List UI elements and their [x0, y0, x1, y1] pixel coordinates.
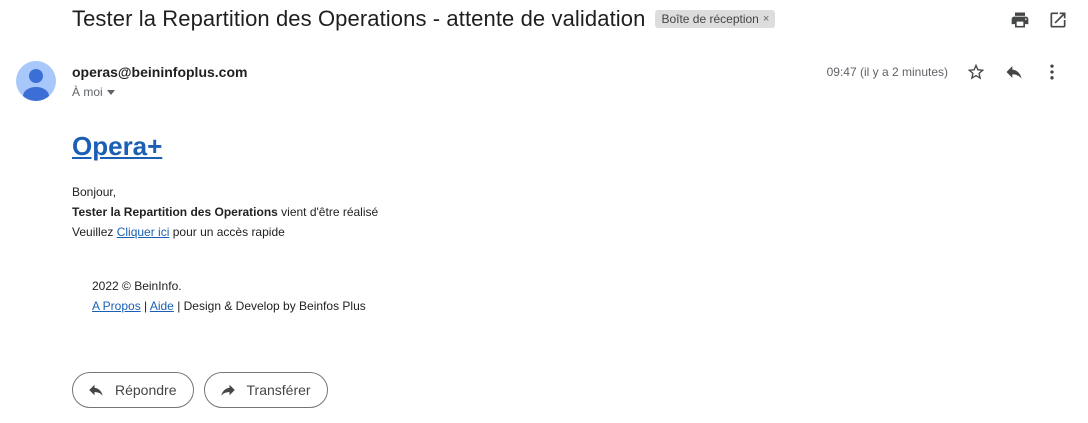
cta-suffix: pour un accès rapide — [169, 225, 285, 239]
recipient-label: À moi — [72, 85, 103, 99]
forward-arrow-icon — [220, 384, 235, 396]
email-body: Opera+ Bonjour, Tester la Repartition de… — [72, 128, 378, 242]
default-avatar-icon — [23, 69, 49, 101]
forward-button[interactable]: Transférer — [203, 372, 328, 408]
more-vert-icon[interactable] — [1042, 62, 1062, 82]
message-meta: 09:47 (il y a 2 minutes) — [827, 62, 1062, 82]
email-subject: Tester la Repartition des Operations - a… — [72, 6, 646, 31]
forward-button-label: Transférer — [246, 382, 311, 398]
quick-access-link[interactable]: Cliquer ici — [117, 225, 170, 239]
chevron-down-icon — [106, 89, 115, 95]
subject-row: Tester la Repartition des Operations - a… — [72, 6, 776, 32]
help-link[interactable]: Aide — [150, 299, 174, 313]
timestamp: 09:47 (il y a 2 minutes) — [826, 65, 948, 79]
brand-link[interactable]: Opera+ — [72, 128, 162, 164]
reply-actions: Répondre Transférer — [72, 372, 328, 408]
inbox-label-chip[interactable]: Boîte de réception × — [655, 10, 776, 28]
greeting-text: Bonjour, — [72, 185, 117, 199]
reply-arrow-icon — [89, 384, 103, 396]
cta-prefix: Veuillez — [72, 225, 117, 239]
star-icon[interactable] — [966, 62, 986, 82]
reply-icon[interactable] — [1004, 62, 1024, 82]
sender-email[interactable]: operas@beininfoplus.com — [72, 64, 247, 80]
email-footer: 2022 © BeinInfo. A Propos | Aide | Desig… — [92, 276, 366, 316]
top-toolbar — [1010, 10, 1068, 30]
inbox-label-text: Boîte de réception — [661, 12, 759, 26]
about-link[interactable]: A Propos — [92, 299, 141, 313]
status-text: vient d'être réalisé — [277, 205, 379, 219]
footer-separator: | — [140, 299, 150, 313]
reply-button-label: Répondre — [115, 382, 177, 398]
credits-text: | Design & Develop by Beinfos Plus — [173, 299, 366, 313]
recipient-dropdown[interactable]: À moi — [72, 85, 247, 99]
operation-name: Tester la Repartition des Operations — [72, 205, 278, 219]
sender-block: operas@beininfoplus.com À moi — [72, 64, 247, 99]
reply-button[interactable]: Répondre — [72, 372, 194, 408]
remove-label-icon[interactable]: × — [763, 13, 769, 25]
sender-avatar[interactable] — [16, 61, 56, 101]
open-in-new-window-icon[interactable] — [1048, 10, 1068, 30]
copyright-text: 2022 © BeinInfo. — [92, 279, 182, 293]
print-icon[interactable] — [1010, 10, 1030, 30]
